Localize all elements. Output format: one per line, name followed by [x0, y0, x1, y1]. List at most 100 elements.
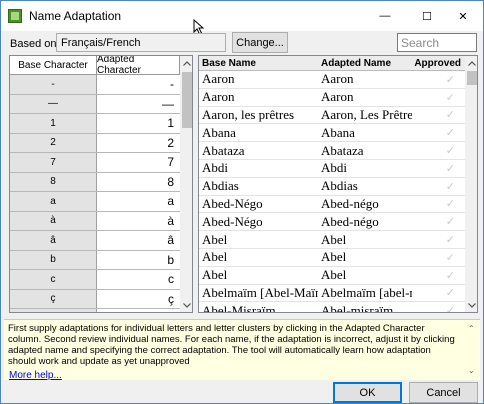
- character-row[interactable]: 11: [10, 114, 180, 134]
- approved-check-icon[interactable]: ✓: [412, 213, 465, 230]
- column-header-base-name[interactable]: Base Name: [199, 56, 318, 70]
- title-bar[interactable]: Name Adaptation — ☐ ✕: [1, 1, 483, 35]
- adapted-name-cell[interactable]: Abataza: [318, 142, 412, 159]
- approved-check-icon[interactable]: ✓: [412, 71, 465, 88]
- column-header-adapted-character[interactable]: Adapted Character: [97, 56, 180, 76]
- adapted-name-cell[interactable]: Aaron: [318, 89, 412, 106]
- name-row[interactable]: Abel Abel ✓: [199, 231, 465, 249]
- scroll-thumb[interactable]: [182, 72, 192, 128]
- character-row[interactable]: --: [10, 75, 180, 95]
- character-row[interactable]: aa: [10, 192, 180, 212]
- approved-check-icon[interactable]: ✓: [412, 142, 465, 159]
- name-row[interactable]: Abed-Négo Abed-négo ✓: [199, 213, 465, 232]
- adapted-character-cell[interactable]: a: [97, 192, 180, 211]
- adapted-character-cell[interactable]: b: [97, 251, 180, 270]
- adapted-name-cell[interactable]: Abed-négo: [318, 213, 412, 230]
- close-icon: ✕: [458, 10, 468, 23]
- base-name-cell: Aaron: [202, 71, 235, 87]
- adapted-name-cell[interactable]: Aaron: [318, 71, 412, 88]
- adapted-character-cell[interactable]: â: [97, 231, 180, 250]
- base-name-cell: Abelmaïm [Abel-Maïm]: [202, 284, 318, 300]
- scroll-up-icon[interactable]: ⌃: [468, 324, 475, 333]
- name-row[interactable]: Abdi Abdi ✓: [199, 160, 465, 178]
- adapted-character-cell[interactable]: ch: [97, 309, 180, 312]
- name-row[interactable]: Abed-Négo Abed-négo ✓: [199, 196, 465, 214]
- character-row[interactable]: chch: [10, 309, 180, 312]
- adapted-name-cell[interactable]: Abelmaïm [abel-maïm]: [318, 285, 412, 302]
- character-row[interactable]: bb: [10, 250, 180, 270]
- character-grid-scrollbar[interactable]: [180, 56, 192, 312]
- approved-check-icon[interactable]: ✓: [412, 249, 465, 266]
- approved-check-icon[interactable]: ✓: [412, 196, 465, 213]
- scroll-down-icon[interactable]: ⌄: [468, 366, 475, 375]
- column-header-base-character[interactable]: Base Character: [10, 56, 97, 74]
- adapted-name-cell[interactable]: Abana: [318, 124, 412, 141]
- instructions-scrollbar[interactable]: ⌃ ⌄: [468, 324, 478, 378]
- approved-check-icon[interactable]: ✓: [412, 124, 465, 141]
- adapted-character-cell[interactable]: à: [97, 212, 180, 231]
- adapted-character-cell[interactable]: 2: [97, 134, 180, 153]
- name-row[interactable]: Abataza Abataza ✓: [199, 142, 465, 160]
- name-grid-scrollbar[interactable]: [465, 56, 477, 312]
- name-row[interactable]: Abel Abel ✓: [199, 267, 465, 285]
- adapted-name-cell[interactable]: Abdias: [318, 178, 412, 195]
- approved-check-icon[interactable]: ✓: [412, 231, 465, 248]
- adapted-character-cell[interactable]: —: [97, 95, 180, 114]
- approved-check-icon[interactable]: ✓: [412, 302, 465, 312]
- scroll-up-icon[interactable]: [180, 56, 192, 70]
- search-input[interactable]: [397, 33, 477, 52]
- adapted-character-cell[interactable]: 1: [97, 114, 180, 133]
- adapted-name-cell[interactable]: Aaron, Les Prêtres: [318, 107, 412, 124]
- scroll-down-icon[interactable]: [465, 298, 477, 312]
- name-row[interactable]: Abelmaïm [Abel-Maïm]Abelmaïm [abel-maïm]…: [199, 285, 465, 303]
- column-header-adapted-name[interactable]: Adapted Name: [318, 56, 412, 70]
- adapted-name-cell[interactable]: Abel-misraïm: [318, 302, 412, 312]
- more-help-link[interactable]: More help...: [9, 370, 62, 381]
- adapted-character-cell[interactable]: -: [97, 75, 180, 94]
- base-name-cell: Abel: [202, 267, 228, 283]
- adapted-name-cell[interactable]: Abel: [318, 267, 412, 284]
- character-row[interactable]: ââ: [10, 231, 180, 251]
- character-row[interactable]: cc: [10, 270, 180, 290]
- scroll-down-icon[interactable]: [180, 298, 192, 312]
- name-row[interactable]: Aaron Aaron ✓: [199, 71, 465, 89]
- character-row[interactable]: — —: [10, 94, 180, 114]
- character-row[interactable]: çç: [10, 289, 180, 309]
- name-row[interactable]: Aaron, les prêtres Aaron, Les Prêtres ✓: [199, 107, 465, 125]
- character-row[interactable]: 22: [10, 133, 180, 153]
- adapted-character-cell[interactable]: 7: [97, 153, 180, 172]
- approved-check-icon[interactable]: ✓: [412, 89, 465, 106]
- name-row[interactable]: Abana Abana ✓: [199, 124, 465, 143]
- ok-button[interactable]: OK: [333, 382, 402, 403]
- name-row[interactable]: Abel-Misraïm Abel-misraïm ✓: [199, 302, 465, 312]
- change-button[interactable]: Change...: [232, 32, 288, 53]
- cancel-button[interactable]: Cancel: [409, 382, 478, 403]
- adapted-name-cell[interactable]: Abed-négo: [318, 196, 412, 213]
- column-header-approved[interactable]: Approved: [412, 56, 465, 70]
- name-row[interactable]: Abel Abel ✓: [199, 249, 465, 267]
- base-name-cell: Abana: [202, 124, 236, 140]
- character-row[interactable]: 77: [10, 153, 180, 173]
- name-row[interactable]: Aaron Aaron ✓: [199, 89, 465, 107]
- approved-check-icon[interactable]: ✓: [412, 178, 465, 195]
- scroll-thumb[interactable]: [467, 71, 477, 85]
- base-name-cell: Abdias: [202, 178, 239, 194]
- close-button[interactable]: ✕: [443, 1, 483, 31]
- approved-check-icon[interactable]: ✓: [412, 285, 465, 302]
- adapted-character-cell[interactable]: c: [97, 270, 180, 289]
- minimize-button[interactable]: —: [365, 1, 405, 31]
- adapted-name-cell[interactable]: Abel: [318, 231, 412, 248]
- character-row[interactable]: àà: [10, 211, 180, 231]
- adapted-character-cell[interactable]: ç: [97, 290, 180, 309]
- scroll-up-icon[interactable]: [465, 56, 477, 70]
- adapted-character-cell[interactable]: 8: [97, 173, 180, 192]
- adapted-name-cell[interactable]: Abel: [318, 249, 412, 266]
- character-row[interactable]: 88: [10, 172, 180, 192]
- approved-check-icon[interactable]: ✓: [412, 107, 465, 124]
- name-row[interactable]: Abdias Abdias ✓: [199, 178, 465, 196]
- approved-check-icon[interactable]: ✓: [412, 160, 465, 177]
- adapted-name-cell[interactable]: Abdi: [318, 160, 412, 177]
- approved-check-icon[interactable]: ✓: [412, 267, 465, 284]
- base-character-cell: â: [10, 231, 97, 250]
- maximize-button[interactable]: ☐: [407, 1, 447, 31]
